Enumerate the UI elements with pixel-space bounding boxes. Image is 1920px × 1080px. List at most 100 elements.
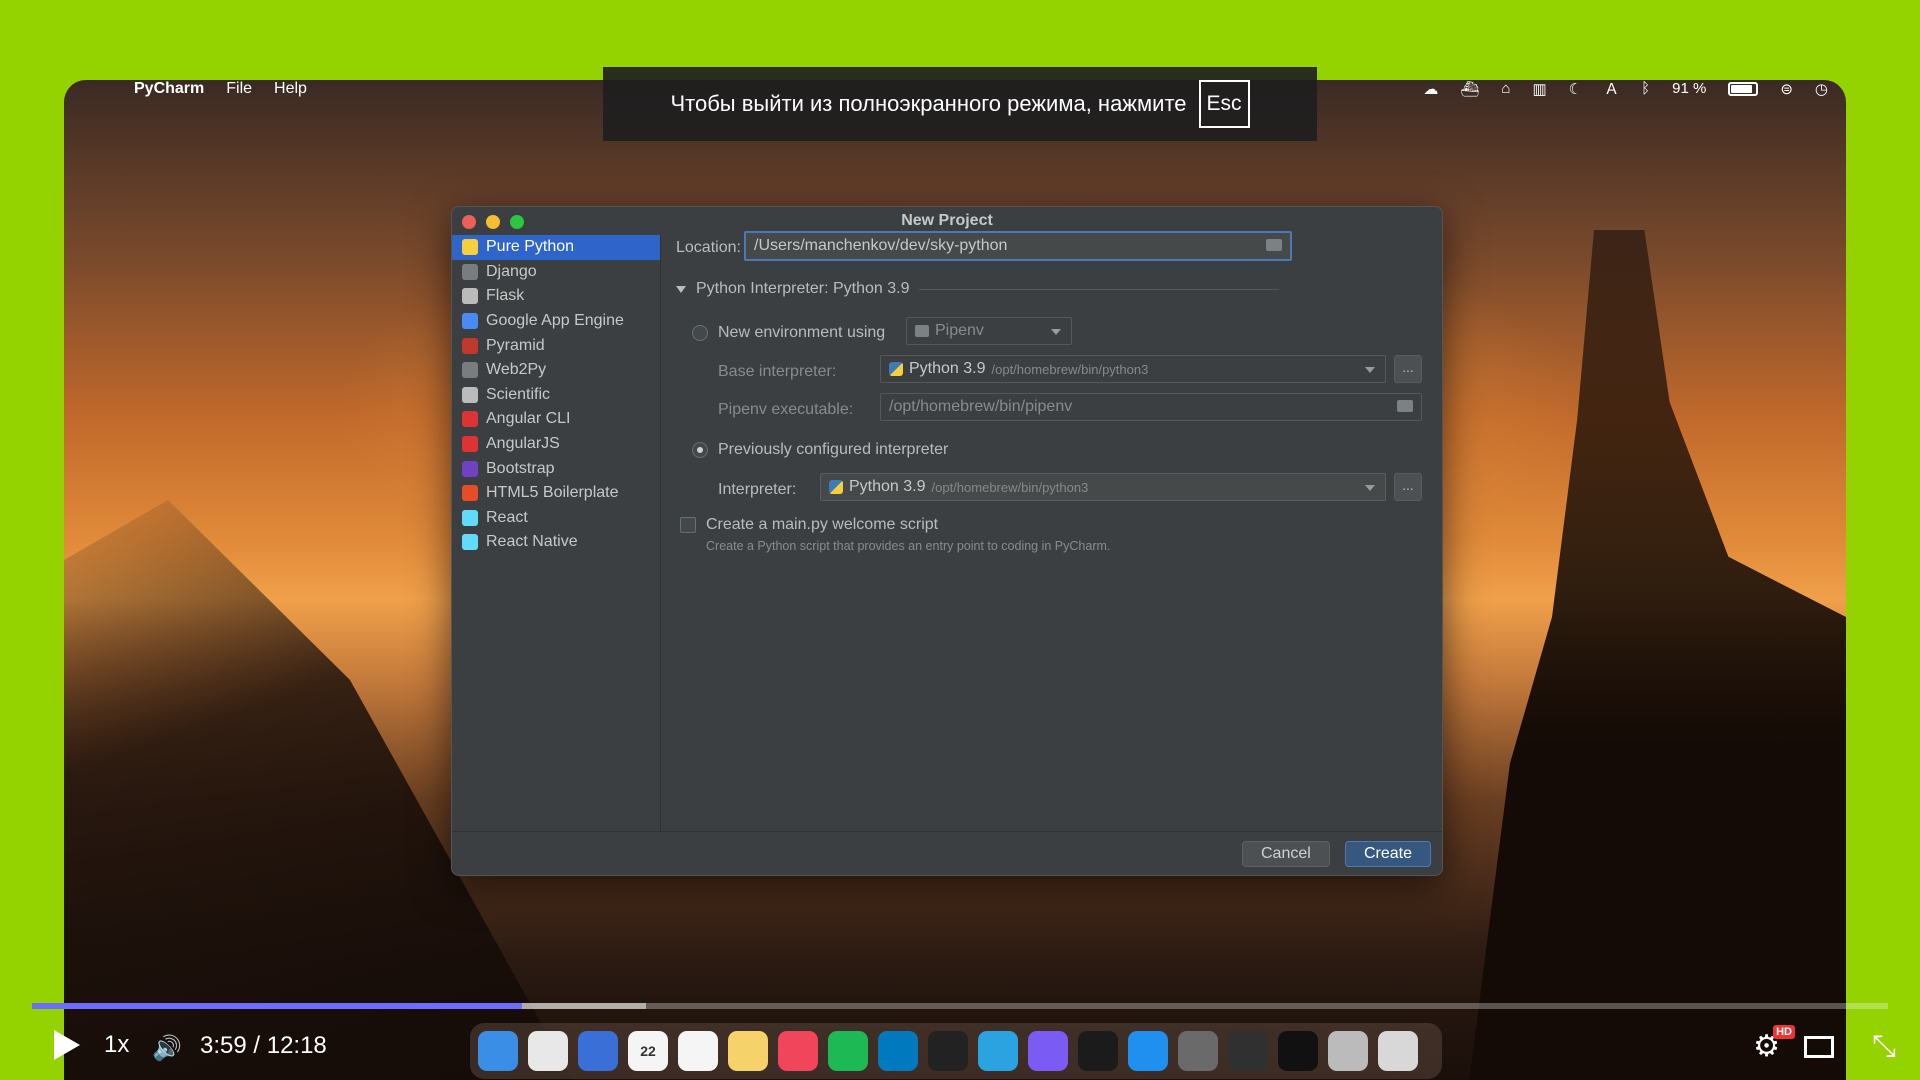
sidebar-item-label: Bootstrap (486, 459, 555, 477)
previously-configured-label: Previously configured interpreter (718, 441, 949, 458)
wallpaper-statue (1468, 230, 1846, 1080)
new-environment-option[interactable]: New environment using (692, 324, 885, 342)
web2py-icon (462, 362, 478, 379)
dock-reminders-icon[interactable] (678, 1031, 718, 1071)
base-interpreter-label: Base interpreter: (718, 363, 837, 380)
python-icon (829, 480, 843, 494)
sidebar-item-pyramid[interactable]: Pyramid (452, 333, 660, 358)
welcome-script-checkbox[interactable] (680, 517, 696, 533)
close-window-button[interactable] (462, 215, 476, 229)
keyboard-input-icon[interactable]: Ａ (1604, 80, 1619, 99)
browse-folder-icon[interactable] (1266, 239, 1282, 251)
dock-trello-icon[interactable] (878, 1031, 918, 1071)
maximize-window-button[interactable] (510, 215, 524, 229)
previously-configured-radio[interactable] (692, 442, 708, 458)
playback-speed[interactable]: 1x (104, 1031, 129, 1059)
pipenv-executable-input[interactable]: /opt/homebrew/bin/pipenv (880, 393, 1422, 421)
dock-downloads-icon[interactable] (1328, 1031, 1368, 1071)
sidebar-item-pure-python[interactable]: Pure Python (452, 235, 660, 260)
miniplayer-icon[interactable] (1804, 1036, 1834, 1058)
clock-icon[interactable]: ◷ (1815, 80, 1828, 98)
docker-icon[interactable]: ⛴ (1460, 80, 1479, 98)
new-environment-label: New environment using (718, 324, 886, 341)
dock-notes-icon[interactable] (728, 1031, 768, 1071)
dock-system-preferences-icon[interactable] (1178, 1031, 1218, 1071)
minimize-window-button[interactable] (486, 215, 500, 229)
sidebar-item-bootstrap[interactable]: Bootstrap (452, 456, 660, 481)
exit-fullscreen-icon[interactable]: ⤡ (1872, 1030, 1896, 1064)
cancel-button[interactable]: Cancel (1242, 841, 1330, 867)
sidebar-item-angularjs[interactable]: AngularJS (452, 432, 660, 457)
cast-icon[interactable]: ⌂ (1501, 80, 1510, 97)
sidebar-item-react-native[interactable]: React Native (452, 530, 660, 555)
sidebar-item-label: Scientific (486, 385, 551, 403)
welcome-script-option[interactable]: Create a main.py welcome script (680, 516, 938, 534)
dock-trash-icon[interactable] (1378, 1031, 1418, 1071)
interpreter-select[interactable]: Python 3.9 /opt/homebrew/bin/python3 (820, 473, 1386, 501)
dock-pycharm-icon[interactable] (1278, 1031, 1318, 1071)
dock-chrome-icon[interactable] (528, 1031, 568, 1071)
interpreter-section-title: Python Interpreter: Python 3.9 (696, 280, 910, 297)
google-app-engine-icon (462, 313, 478, 330)
interpreter-browse-button[interactable]: ... (1394, 473, 1422, 501)
bluetooth-icon[interactable]: ᛒ (1641, 80, 1650, 97)
project-type-list: Pure Python Django Flask Google App Engine P… (452, 235, 661, 831)
sidebar-item-flask[interactable]: Flask (452, 284, 660, 309)
sidebar-item-html5-boilerplate[interactable]: HTML5 Boilerplate (452, 481, 660, 506)
base-interpreter-value: Python 3.9 (909, 360, 986, 377)
sidebar-item-web2py[interactable]: Web2Py (452, 358, 660, 383)
sidebar-item-django[interactable]: Django (452, 260, 660, 285)
python-icon (462, 239, 478, 256)
volume-icon[interactable]: 🔊 (152, 1034, 182, 1062)
dock-terminal-icon[interactable] (1078, 1031, 1118, 1071)
dialog-footer: Cancel Create (452, 831, 1442, 875)
dock-spotify-icon[interactable] (828, 1031, 868, 1071)
welcome-script-label: Create a main.py welcome script (706, 516, 939, 533)
video-progress-bar[interactable] (32, 1003, 1888, 1009)
sidebar-icon[interactable]: ▥ (1532, 80, 1546, 98)
menu-file[interactable]: File (226, 80, 252, 98)
dock-calendar-icon[interactable]: 22 (628, 1031, 668, 1071)
sidebar-item-label: React (486, 508, 528, 526)
video-time: 3:59 / 12:18 (200, 1032, 327, 1059)
dock-obs-icon[interactable] (1228, 1031, 1268, 1071)
dock-messenger-icon[interactable] (1028, 1031, 1068, 1071)
base-interpreter-select[interactable]: Python 3.9 /opt/homebrew/bin/python3 (880, 355, 1386, 383)
sidebar-item-label: HTML5 Boilerplate (486, 484, 619, 502)
interpreter-value: Python 3.9 (849, 478, 926, 495)
dock-zoom-icon[interactable] (928, 1031, 968, 1071)
create-button[interactable]: Create (1345, 841, 1432, 867)
environment-tool-select[interactable]: Pipenv (906, 317, 1072, 345)
base-interpreter-browse-button[interactable]: ... (1394, 355, 1422, 383)
video-played-bar (32, 1003, 522, 1009)
html5-icon (462, 485, 478, 502)
sidebar-item-label: Angular CLI (486, 410, 571, 428)
moon-icon[interactable]: ☾ (1569, 80, 1582, 98)
dock-music-icon[interactable] (778, 1031, 818, 1071)
sidebar-item-react[interactable]: React (452, 506, 660, 531)
dock-finder-icon[interactable] (478, 1031, 518, 1071)
interpreter-section-toggle[interactable]: Python Interpreter: Python 3.9 (676, 280, 1280, 298)
dock-telegram-icon[interactable] (978, 1031, 1018, 1071)
menu-help[interactable]: Help (274, 80, 307, 98)
sidebar-item-label: Google App Engine (486, 312, 624, 330)
control-center-icon[interactable]: ⊜ (1780, 80, 1793, 98)
interpreter-path: /opt/homebrew/bin/python3 (931, 479, 1089, 495)
location-input[interactable]: /Users/manchenkov/dev/sky-python (744, 231, 1292, 261)
sidebar-item-angular-cli[interactable]: Angular CLI (452, 407, 660, 432)
browse-folder-icon[interactable] (1397, 400, 1413, 412)
new-environment-radio[interactable] (692, 325, 708, 341)
sidebar-item-label: AngularJS (486, 435, 560, 453)
cloud-icon[interactable]: ☁ (1423, 80, 1438, 98)
battery-icon[interactable] (1728, 81, 1759, 96)
play-icon[interactable] (54, 1030, 80, 1060)
sidebar-item-scientific[interactable]: Scientific (452, 383, 660, 408)
dock-safari-icon[interactable] (578, 1031, 618, 1071)
menu-app-name[interactable]: PyCharm (134, 80, 204, 98)
dock-app-store-icon[interactable] (1128, 1031, 1168, 1071)
location-label: Location: (676, 239, 741, 256)
location-value: /Users/manchenkov/dev/sky-python (754, 237, 1008, 254)
sidebar-item-google-app-engine[interactable]: Google App Engine (452, 309, 660, 334)
base-interpreter-path: /opt/homebrew/bin/python3 (991, 361, 1149, 377)
previously-configured-option[interactable]: Previously configured interpreter (692, 441, 948, 459)
